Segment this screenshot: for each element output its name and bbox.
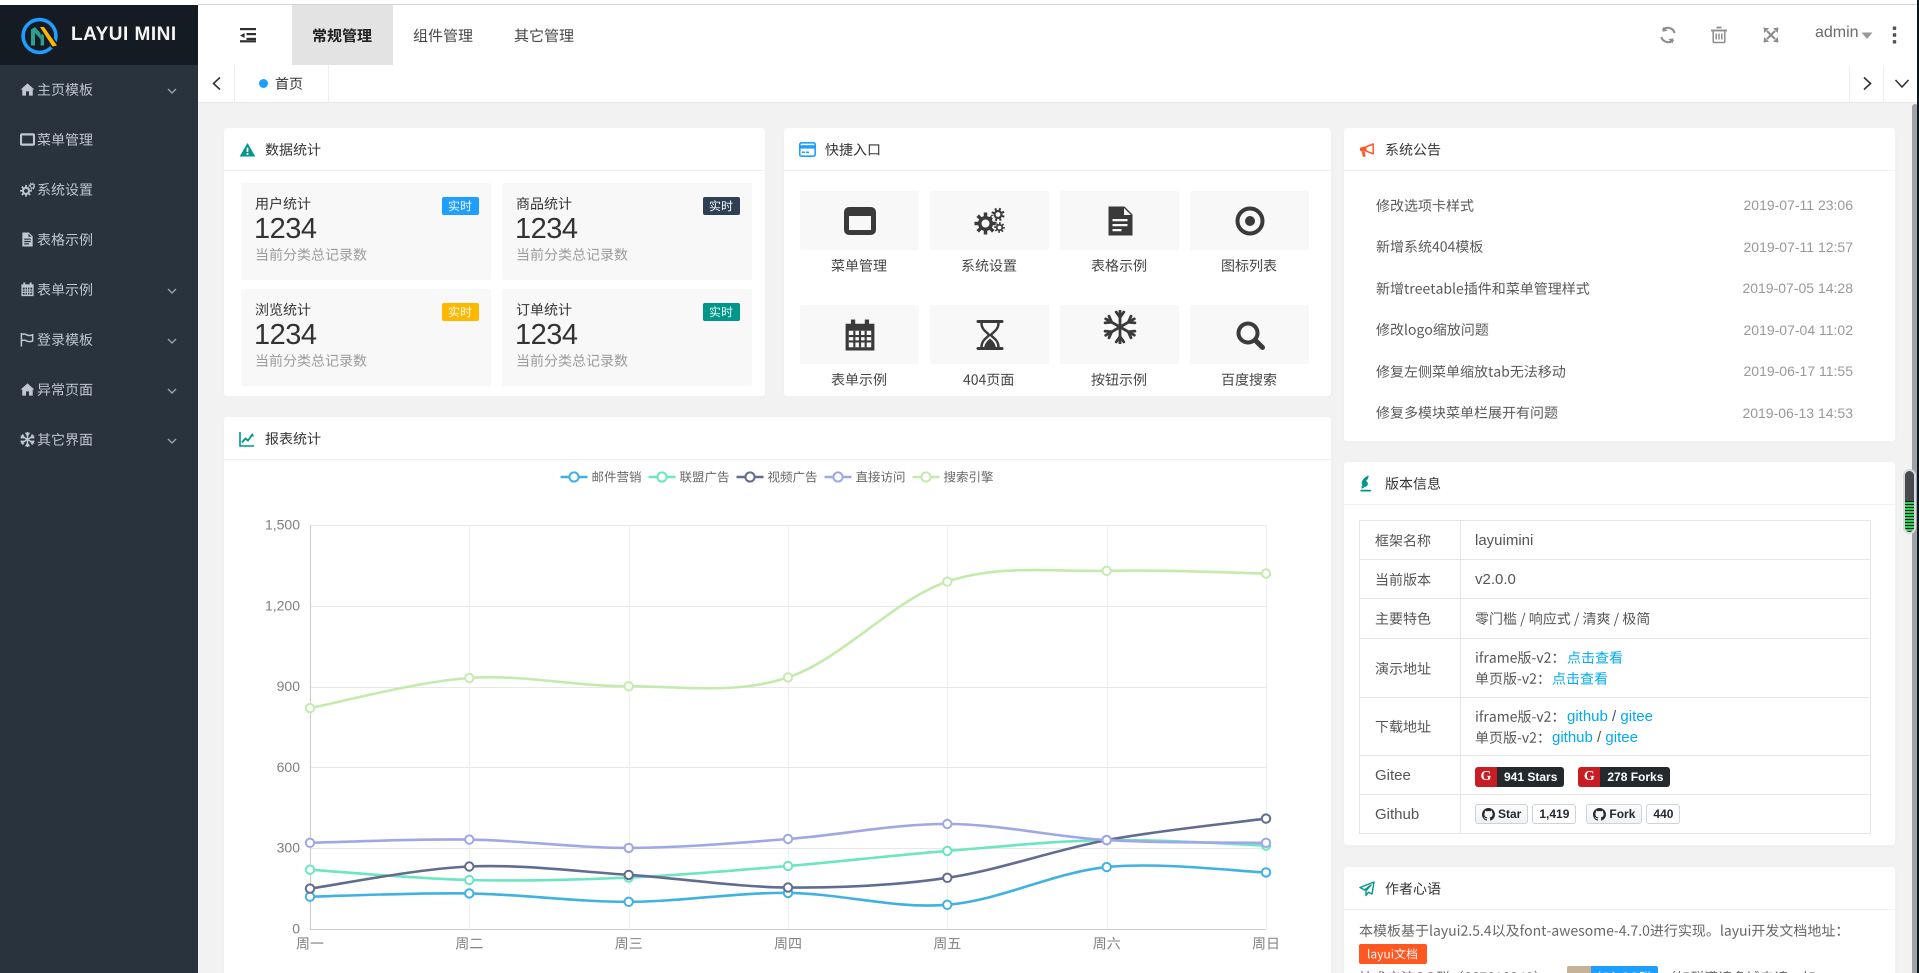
svg-text:900: 900 [277,678,301,694]
svg-text:300: 300 [277,840,301,856]
svg-text:600: 600 [277,759,301,775]
svg-text:1,200: 1,200 [265,597,300,613]
svg-text:0: 0 [292,921,300,937]
svg-text:1,500: 1,500 [265,517,300,533]
